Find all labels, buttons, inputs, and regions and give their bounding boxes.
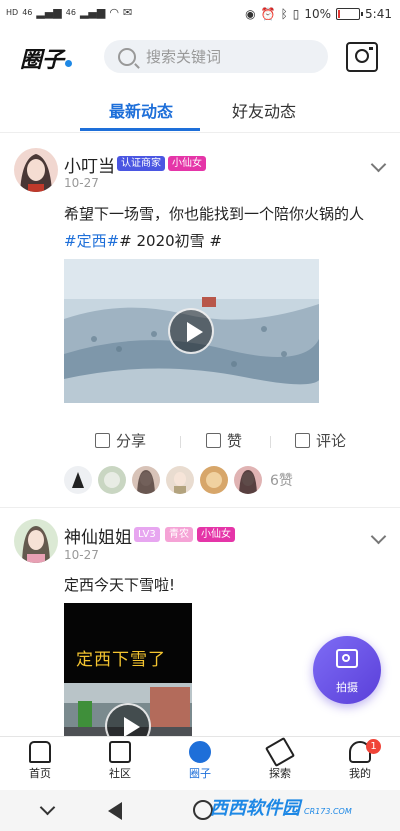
vibrate-icon: ▯ bbox=[292, 7, 300, 21]
alarm-icon: ⏰ bbox=[260, 7, 276, 21]
avatar[interactable] bbox=[166, 466, 194, 494]
video-caption: 定西下雪了 bbox=[76, 650, 166, 670]
avatar[interactable] bbox=[234, 466, 262, 494]
signal-icon-2: ▂▄▆ bbox=[79, 6, 106, 19]
notification-icon: ✉ bbox=[122, 6, 133, 19]
logo-text: 圈子 bbox=[20, 48, 65, 73]
status-bar: HD 46 ▂▄▆ 46 ▂▄▆ ◠ ✉ ◉ ⏰ ᛒ ▯ 10% 5:41 bbox=[0, 0, 400, 30]
divider bbox=[180, 436, 181, 448]
watermark-text: 西西软件园 bbox=[210, 798, 300, 819]
avatar[interactable] bbox=[14, 148, 58, 192]
shoot-button[interactable]: 拍摄 bbox=[313, 636, 381, 704]
comment-button[interactable]: 评论 bbox=[295, 430, 346, 451]
watermark-sub: CR173.COM bbox=[304, 807, 352, 816]
badge-fairy: 小仙女 bbox=[168, 156, 206, 171]
username[interactable]: 神仙姐姐 bbox=[64, 523, 132, 548]
bluetooth-icon: ᛒ bbox=[280, 7, 288, 21]
play-button[interactable] bbox=[168, 308, 214, 354]
hd-label: HD bbox=[6, 7, 19, 17]
post-video[interactable] bbox=[64, 259, 319, 403]
tab-friends[interactable]: 好友动态 bbox=[232, 98, 296, 122]
battery-level bbox=[338, 10, 341, 18]
avatar[interactable] bbox=[14, 519, 58, 563]
telescope-icon bbox=[264, 736, 296, 768]
signal-label-2: 46 bbox=[65, 7, 76, 17]
tab-indicator bbox=[80, 128, 200, 131]
chevron-down-icon[interactable] bbox=[370, 528, 387, 545]
search-icon bbox=[118, 47, 136, 66]
logo-dot bbox=[65, 60, 73, 67]
divider bbox=[270, 436, 271, 448]
post-text: 希望下一场雪，你也能找到一个陪你火锅的人 bbox=[64, 205, 365, 223]
nav-circle-label: 圈子 bbox=[189, 767, 211, 780]
avatar[interactable] bbox=[98, 466, 126, 494]
clock: 5:41 bbox=[365, 7, 392, 21]
like-label: 赞 bbox=[227, 432, 243, 450]
watermark: 西西软件园 CR173.COM bbox=[210, 794, 352, 820]
nav-me-label: 我的 bbox=[349, 767, 371, 780]
nav-home[interactable]: 首页 bbox=[10, 741, 70, 781]
battery-percent: 10% bbox=[304, 7, 332, 21]
wifi-icon: ◠ bbox=[109, 6, 119, 19]
hashtag-first-snow[interactable]: # 2020初雪 # bbox=[119, 232, 222, 250]
signal-label: 46 bbox=[22, 7, 33, 17]
eye-icon: ◉ bbox=[245, 7, 256, 21]
post-hashtags: #定西## 2020初雪 # bbox=[64, 230, 222, 251]
share-button[interactable]: 分享 bbox=[95, 430, 146, 451]
badge-fairy: 小仙女 bbox=[197, 527, 235, 542]
liker-avatars: 6赞 bbox=[64, 466, 293, 494]
notification-badge: 1 bbox=[366, 739, 381, 754]
camera-icon bbox=[336, 649, 358, 668]
nav-circle[interactable]: 圈子 bbox=[170, 741, 230, 781]
share-icon bbox=[95, 433, 110, 448]
circle-icon bbox=[189, 741, 211, 763]
post-card: 小叮当 认证商家 小仙女 10-27 希望下一场雪，你也能找到一个陪你火锅的人 … bbox=[0, 133, 400, 508]
battery-icon bbox=[336, 8, 364, 20]
badge-certified-merchant: 认证商家 bbox=[117, 156, 165, 171]
nav-explore-label: 探索 bbox=[269, 767, 291, 780]
tab-latest[interactable]: 最新动态 bbox=[109, 98, 173, 122]
badge-youth-farmer: 青农 bbox=[165, 527, 193, 542]
post-date: 10-27 bbox=[64, 176, 99, 190]
comment-label: 评论 bbox=[316, 432, 347, 450]
nav-community[interactable]: 社区 bbox=[90, 741, 150, 781]
chevron-down-icon[interactable] bbox=[370, 156, 387, 173]
avatar[interactable] bbox=[200, 466, 228, 494]
status-left: HD 46 ▂▄▆ 46 ▂▄▆ ◠ ✉ bbox=[6, 6, 132, 19]
app-header: 圈子 搜索关键词 bbox=[0, 30, 400, 84]
collapse-icon[interactable] bbox=[39, 799, 56, 816]
post-text: 定西今天下雪啦! bbox=[64, 576, 176, 594]
post-video[interactable]: 定西下雪了 bbox=[64, 603, 192, 736]
thumb-up-icon bbox=[206, 433, 221, 448]
like-count: 6赞 bbox=[270, 473, 293, 489]
hashtag-dingxi[interactable]: #定西# bbox=[64, 232, 119, 250]
status-right: ◉ ⏰ ᛒ ▯ 10% 5:41 bbox=[245, 7, 392, 21]
nav-community-label: 社区 bbox=[109, 767, 131, 780]
post-date: 10-27 bbox=[64, 548, 99, 562]
username[interactable]: 小叮当 bbox=[64, 152, 115, 177]
search-placeholder: 搜索关键词 bbox=[146, 48, 222, 66]
back-icon[interactable] bbox=[108, 802, 122, 820]
signal-icon: ▂▄▆ bbox=[36, 6, 62, 19]
search-input[interactable]: 搜索关键词 bbox=[104, 40, 328, 73]
nav-explore[interactable]: 探索 bbox=[250, 736, 310, 781]
shoot-label: 拍摄 bbox=[336, 681, 358, 694]
level-badge: LV3 bbox=[134, 527, 160, 542]
app-logo: 圈子 bbox=[20, 42, 73, 74]
nav-home-label: 首页 bbox=[29, 767, 51, 780]
camera-button[interactable] bbox=[346, 42, 378, 72]
avatar[interactable] bbox=[64, 466, 92, 494]
calendar-icon bbox=[109, 741, 131, 763]
home-icon bbox=[29, 741, 51, 763]
like-button[interactable]: 赞 bbox=[206, 430, 242, 451]
bottom-nav: 首页 社区 圈子 探索 我的 1 bbox=[0, 736, 400, 791]
comment-icon bbox=[295, 433, 310, 448]
share-label: 分享 bbox=[116, 432, 147, 450]
divider bbox=[0, 507, 400, 508]
nav-me[interactable]: 我的 1 bbox=[330, 739, 390, 781]
feed-tabs: 最新动态 好友动态 bbox=[0, 84, 400, 133]
avatar[interactable] bbox=[132, 466, 160, 494]
